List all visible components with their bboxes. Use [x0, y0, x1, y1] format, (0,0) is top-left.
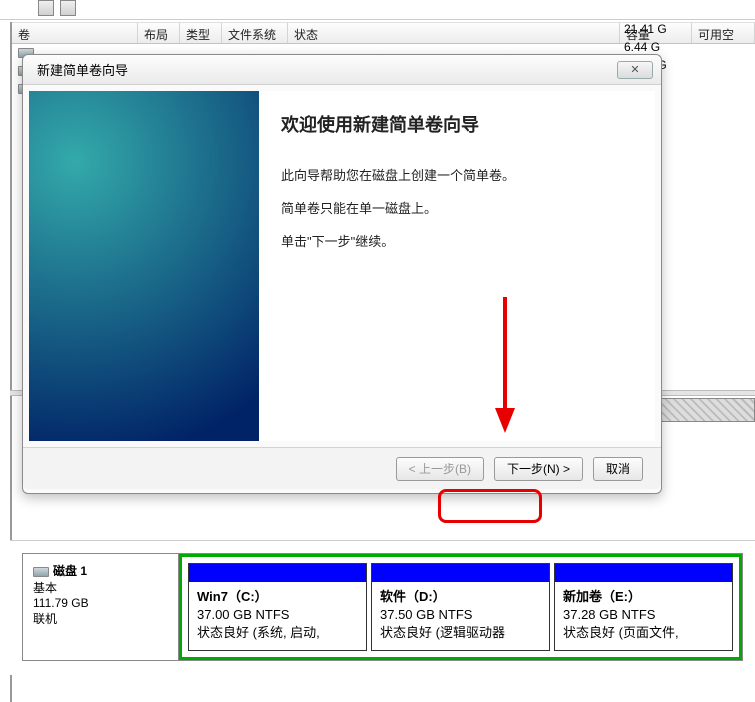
col-status[interactable]: 状态 [288, 23, 620, 43]
dialog-title-text: 新建简单卷向导 [37, 60, 128, 79]
dialog-button-row: < 上一步(B) 下一步(N) > 取消 [23, 447, 661, 489]
partition-status: 状态良好 (页面文件, [563, 625, 679, 640]
partition-status: 状态良好 (逻辑驱动器 [380, 625, 505, 640]
partitions-group: Win7（C:） 37.00 GB NTFS 状态良好 (系统, 启动, 软件（… [179, 554, 742, 660]
disk-icon [33, 567, 49, 577]
dialog-titlebar: 新建简单卷向导 ✕ [23, 55, 661, 85]
dialog-body: 欢迎使用新建简单卷向导 此向导帮助您在磁盘上创建一个简单卷。 简单卷只能在单一磁… [23, 85, 661, 447]
partition-header [189, 564, 366, 582]
dialog-close-button[interactable]: ✕ [617, 61, 653, 79]
partition-name: 新加卷（E:） [563, 589, 641, 604]
wizard-content: 欢迎使用新建简单卷向导 此向导帮助您在磁盘上创建一个简单卷。 简单卷只能在单一磁… [259, 91, 655, 441]
capacity-value: 21.41 G [618, 22, 667, 40]
toolbar-icon-2[interactable] [60, 0, 76, 16]
col-type[interactable]: 类型 [180, 23, 222, 43]
next-button[interactable]: 下一步(N) > [494, 457, 583, 481]
disk-name: 磁盘 1 [53, 564, 87, 578]
partition-header [372, 564, 549, 582]
disk-state: 联机 [33, 610, 168, 627]
wizard-side-graphic [29, 91, 259, 441]
wizard-text-2: 简单卷只能在单一磁盘上。 [281, 198, 633, 217]
disk-panel: 磁盘 1 基本 111.79 GB 联机 Win7（C:） 37.00 GB N… [10, 540, 755, 675]
col-volume[interactable]: 卷 [12, 23, 138, 43]
wizard-heading: 欢迎使用新建简单卷向导 [281, 111, 633, 137]
partition-name: Win7（C:） [197, 589, 268, 604]
disk-label-box: 磁盘 1 基本 111.79 GB 联机 [23, 554, 179, 660]
back-button: < 上一步(B) [396, 457, 484, 481]
disk-size: 111.79 GB [33, 596, 168, 610]
partition-size: 37.00 GB NTFS [197, 607, 289, 622]
disk-type: 基本 [33, 579, 168, 596]
wizard-text-1: 此向导帮助您在磁盘上创建一个简单卷。 [281, 165, 633, 184]
toolbar-icon-1[interactable] [38, 0, 54, 16]
partition-e[interactable]: 新加卷（E:） 37.28 GB NTFS 状态良好 (页面文件, [554, 563, 733, 651]
partition-header [555, 564, 732, 582]
new-simple-volume-wizard: 新建简单卷向导 ✕ 欢迎使用新建简单卷向导 此向导帮助您在磁盘上创建一个简单卷。… [22, 54, 662, 494]
col-layout[interactable]: 布局 [138, 23, 180, 43]
partition-d[interactable]: 软件（D:） 37.50 GB NTFS 状态良好 (逻辑驱动器 [371, 563, 550, 651]
cancel-button[interactable]: 取消 [593, 457, 643, 481]
partition-size: 37.28 GB NTFS [563, 607, 655, 622]
top-toolbar [0, 0, 755, 20]
partition-status: 状态良好 (系统, 启动, [197, 625, 320, 640]
col-free[interactable]: 可用空 [692, 23, 755, 43]
col-fs[interactable]: 文件系统 [222, 23, 288, 43]
partition-name: 软件（D:） [380, 589, 446, 604]
wizard-text-3: 单击"下一步"继续。 [281, 231, 633, 250]
partition-size: 37.50 GB NTFS [380, 607, 472, 622]
disk-row: 磁盘 1 基本 111.79 GB 联机 Win7（C:） 37.00 GB N… [22, 553, 743, 661]
partition-c[interactable]: Win7（C:） 37.00 GB NTFS 状态良好 (系统, 启动, [188, 563, 367, 651]
